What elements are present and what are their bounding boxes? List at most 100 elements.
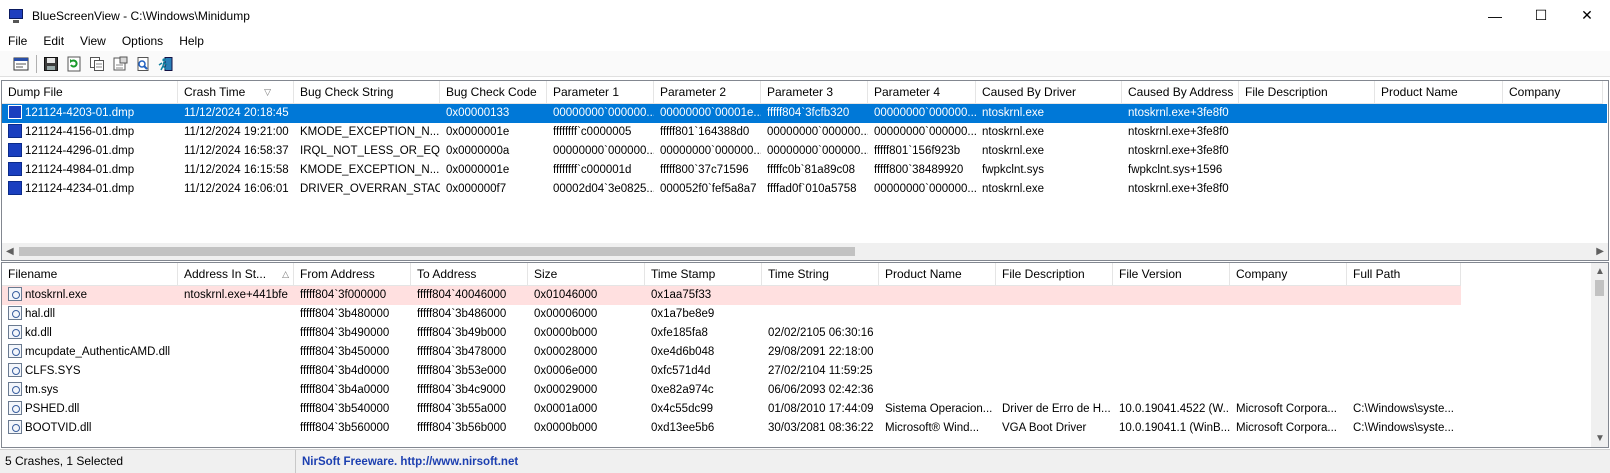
cell-company xyxy=(1230,362,1347,381)
scroll-thumb[interactable] xyxy=(1595,280,1604,296)
col-product-name[interactable]: Product Name xyxy=(1375,81,1503,104)
cell-file-version xyxy=(1113,362,1230,381)
cell-dump-file: 121124-4203-01.dmp xyxy=(2,104,178,123)
cell-address-in-stack xyxy=(178,343,294,362)
cell-company xyxy=(1503,161,1607,180)
menu-options[interactable]: Options xyxy=(114,31,171,51)
driver-list[interactable]: Filename Address In St... △ From Address … xyxy=(1,262,1609,448)
col-time-stamp[interactable]: Time Stamp xyxy=(645,263,762,286)
crash-row[interactable]: 121124-4296-01.dmp 11/12/2024 16:58:37 I… xyxy=(2,142,1607,161)
cell-time-stamp: 0xe82a974c xyxy=(651,384,714,396)
window-title: BlueScreenView - C:\Windows\Minidump xyxy=(32,8,250,23)
cell-time-string: 29/08/2091 22:18:00 xyxy=(768,346,874,358)
minimize-button[interactable]: — xyxy=(1472,0,1518,31)
col-file-description[interactable]: File Description xyxy=(996,263,1113,286)
cell-filename: ntoskrnl.exe xyxy=(2,286,178,305)
col-parameter-4[interactable]: Parameter 4 xyxy=(868,81,976,104)
toolbar xyxy=(0,51,1610,77)
scroll-thumb[interactable] xyxy=(19,247,855,256)
cell-bug-check-string: KMODE_EXCEPTION_N... xyxy=(300,164,440,176)
scroll-right-icon[interactable]: ▶ xyxy=(1596,243,1604,260)
cell-filename: mcupdate_AuthenticAMD.dll xyxy=(2,343,178,362)
cell-bug-check-code: 0x0000001e xyxy=(446,164,510,176)
cell-parameter-2: 00000000`000000... xyxy=(660,145,761,157)
col-file-version[interactable]: File Version xyxy=(1113,263,1230,286)
cell-company xyxy=(1503,142,1607,161)
col-size[interactable]: Size xyxy=(528,263,645,286)
scroll-up-icon[interactable]: ▲ xyxy=(1595,263,1605,280)
cell-time-stamp: 0x4c55dc99 xyxy=(651,403,714,415)
col-full-path[interactable]: Full Path xyxy=(1347,263,1461,286)
cell-bug-check-string: IRQL_NOT_LESS_OR_EQ... xyxy=(300,145,440,157)
menu-view[interactable]: View xyxy=(72,31,114,51)
col-caused-by-driver[interactable]: Caused By Driver xyxy=(976,81,1122,104)
menu-edit[interactable]: Edit xyxy=(35,31,72,51)
col-from-address[interactable]: From Address xyxy=(294,263,411,286)
cell-parameter-3: fffffc0b`81a89c08 xyxy=(767,164,856,176)
driver-list-vertical-scrollbar[interactable]: ▲ ▼ xyxy=(1591,263,1608,447)
driver-row[interactable]: kd.dll fffff804`3b490000 fffff804`3b49b0… xyxy=(2,324,1461,343)
driver-row[interactable]: hal.dll fffff804`3b480000 fffff804`3b486… xyxy=(2,305,1461,324)
driver-row[interactable]: CLFS.SYS fffff804`3b4d0000 fffff804`3b53… xyxy=(2,362,1461,381)
col-time-string[interactable]: Time String xyxy=(762,263,879,286)
menu-file[interactable]: File xyxy=(0,31,35,51)
col-product-name[interactable]: Product Name xyxy=(879,263,996,286)
find-button[interactable] xyxy=(132,53,154,75)
col-file-description[interactable]: File Description xyxy=(1239,81,1375,104)
driver-row[interactable]: ntoskrnl.exe ntoskrnl.exe+441bfe fffff80… xyxy=(2,286,1461,305)
cell-caused-by-driver: ntoskrnl.exe xyxy=(982,145,1045,157)
driver-row[interactable]: tm.sys fffff804`3b4a0000 fffff804`3b4c90… xyxy=(2,381,1461,400)
cell-time-string xyxy=(762,305,879,324)
col-dump-file[interactable]: Dump File xyxy=(2,81,178,104)
scroll-left-icon[interactable]: ◀ xyxy=(6,243,14,260)
menu-help[interactable]: Help xyxy=(171,31,212,51)
col-filename[interactable]: Filename xyxy=(2,263,178,286)
col-parameter-3[interactable]: Parameter 3 xyxy=(761,81,868,104)
scroll-down-icon[interactable]: ▼ xyxy=(1595,430,1605,447)
crash-row[interactable]: 121124-4234-01.dmp 11/12/2024 16:06:01 D… xyxy=(2,180,1607,199)
cell-product-name xyxy=(879,286,996,305)
crash-dump-list[interactable]: Dump File Crash Time ▽ Bug Check String B… xyxy=(1,80,1609,261)
cell-to-address: fffff804`3b56b000 xyxy=(417,422,507,434)
col-address-in-stack[interactable]: Address In St... △ xyxy=(178,263,294,286)
cell-parameter-1: ffffffff`c0000005 xyxy=(553,126,632,138)
save-button[interactable] xyxy=(40,53,62,75)
cell-dump-file-text: 121124-4156-01.dmp xyxy=(25,126,135,138)
driver-row[interactable]: mcupdate_AuthenticAMD.dll fffff804`3b450… xyxy=(2,343,1461,362)
col-parameter-2[interactable]: Parameter 2 xyxy=(654,81,761,104)
html-report-button[interactable] xyxy=(109,53,131,75)
cell-from-address: fffff804`3b450000 xyxy=(300,346,390,358)
cell-product-name: Microsoft® Wind... xyxy=(885,422,980,434)
col-company[interactable]: Company xyxy=(1503,81,1603,104)
driver-row[interactable]: BOOTVID.dll fffff804`3b560000 fffff804`3… xyxy=(2,419,1461,438)
col-to-address[interactable]: To Address xyxy=(411,263,528,286)
properties-button[interactable] xyxy=(10,53,32,75)
nirsoft-link[interactable]: NirSoft Freeware. http://www.nirsoft.net xyxy=(296,456,518,468)
cell-parameter-1: 00002d04`3e0825... xyxy=(553,183,654,195)
col-crash-time[interactable]: Crash Time ▽ xyxy=(178,81,294,104)
crash-list-horizontal-scrollbar[interactable]: ◀ ▶ xyxy=(2,243,1608,260)
col-bug-check-code[interactable]: Bug Check Code xyxy=(440,81,547,104)
cell-caused-by-address: ntoskrnl.exe+3fe8f0 xyxy=(1128,145,1229,157)
col-company[interactable]: Company xyxy=(1230,263,1347,286)
col-parameter-1[interactable]: Parameter 1 xyxy=(547,81,654,104)
refresh-button[interactable] xyxy=(63,53,85,75)
cell-caused-by-address: ntoskrnl.exe+3fe8f0 xyxy=(1128,126,1229,138)
cell-company: Microsoft Corpora... xyxy=(1236,403,1337,415)
crash-row[interactable]: 121124-4203-01.dmp 11/12/2024 20:18:45 0… xyxy=(2,104,1607,123)
driver-row[interactable]: PSHED.dll fffff804`3b540000 fffff804`3b5… xyxy=(2,400,1461,419)
cell-to-address: fffff804`3b486000 xyxy=(417,308,507,320)
cell-dump-file: 121124-4156-01.dmp xyxy=(2,123,178,142)
maximize-button[interactable]: ☐ xyxy=(1518,0,1564,31)
close-button[interactable]: ✕ xyxy=(1564,0,1610,31)
crash-row[interactable]: 121124-4156-01.dmp 11/12/2024 19:21:00 K… xyxy=(2,123,1607,142)
crash-row[interactable]: 121124-4984-01.dmp 11/12/2024 16:15:58 K… xyxy=(2,161,1607,180)
col-bug-check-string[interactable]: Bug Check String xyxy=(294,81,440,104)
cell-full-path xyxy=(1347,362,1461,381)
menu-bar: File Edit View Options Help xyxy=(0,31,1610,51)
col-caused-by-address[interactable]: Caused By Address xyxy=(1122,81,1239,104)
cell-parameter-3: 00000000`000000... xyxy=(767,145,868,157)
copy-button[interactable] xyxy=(86,53,108,75)
dump-file-icon xyxy=(8,161,22,176)
exit-button[interactable] xyxy=(155,53,177,75)
